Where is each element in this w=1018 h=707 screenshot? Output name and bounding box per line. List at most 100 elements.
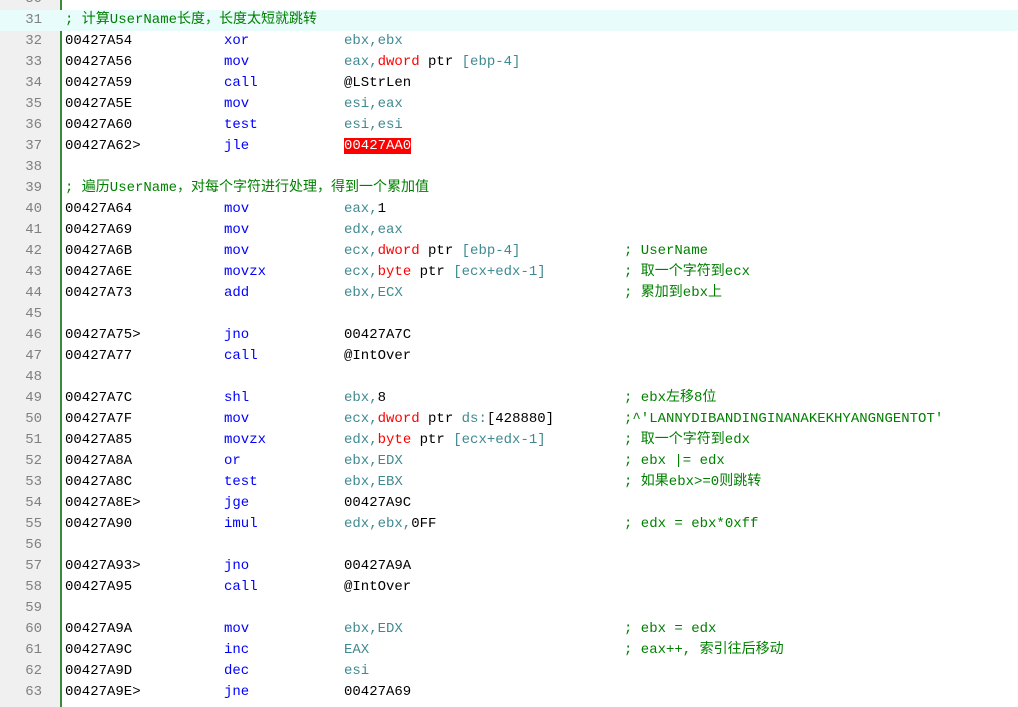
instruction-operands: ecx,byte ptr [ecx+edx-1]: [344, 262, 546, 283]
code-line[interactable]: 40 00427A64 mov eax,1: [0, 199, 1018, 220]
code-line[interactable]: 34 00427A59 call @LStrLen: [0, 73, 1018, 94]
inline-comment: ; 取一个字符到ecx: [624, 264, 751, 280]
code-line[interactable]: 48: [0, 367, 1018, 388]
code-line[interactable]: 53 00427A8C test ebx,EBX ; 如果ebx>=0则跳转: [0, 472, 1018, 493]
code-line[interactable]: 61 00427A9C inc EAX ; eax++, 索引往后移动: [0, 640, 1018, 661]
line-number: 38: [25, 159, 42, 175]
operand-token: ecx,: [344, 243, 378, 259]
code-line[interactable]: 60 00427A9A mov ebx,EDX ; ebx = edx: [0, 619, 1018, 640]
instruction-operands: eax,1: [344, 199, 386, 220]
operand-token: 0FF: [411, 516, 437, 532]
instruction-operands: ebx,EBX: [344, 472, 403, 493]
line-number: 35: [25, 96, 42, 112]
instruction-address: 00427A8E>: [65, 495, 141, 511]
line-number: 42: [25, 243, 42, 259]
code-line[interactable]: 43 00427A6E movzx ecx,byte ptr [ecx+edx-1];…: [0, 262, 1018, 283]
operand-token: [428880]: [486, 411, 555, 427]
instruction-address: 00427A59: [65, 75, 133, 91]
instruction-mnemonic: jge: [224, 495, 250, 511]
code-editor[interactable]: 30 31 ; 计算UserName长度，长度太短就跳转 32 00427A54 xor e…: [0, 0, 1018, 703]
line-number: 32: [25, 33, 42, 49]
code-line[interactable]: 31 ; 计算UserName长度，长度太短就跳转: [0, 10, 1018, 31]
instruction-address: 00427A69: [65, 222, 133, 238]
operand-token: byte: [377, 432, 412, 448]
operand-token: ebx,EDX: [344, 453, 403, 469]
operand-token: @LStrLen: [344, 75, 412, 91]
code-line[interactable]: 33 00427A56 mov eax,dword ptr [ebp-4]: [0, 52, 1018, 73]
code-line[interactable]: 50 00427A7F mov ecx,dword ptr ds:[428880] ;^…: [0, 409, 1018, 430]
inline-comment: ; 累加到ebx上: [624, 285, 723, 301]
operand-token: esi,eax: [344, 96, 403, 112]
code-line[interactable]: 62 00427A9D dec esi: [0, 661, 1018, 682]
instruction-mnemonic: jne: [224, 684, 250, 700]
instruction-address: 00427A54: [65, 33, 133, 49]
selected-jump-target[interactable]: 00427AA0: [344, 138, 412, 154]
operand-token: ebx,ECX: [344, 285, 403, 301]
operand-token: ecx,: [344, 264, 378, 280]
instruction-operands: eax,dword ptr [ebp-4]: [344, 52, 520, 73]
instruction-mnemonic: mov: [224, 54, 250, 70]
code-line[interactable]: 59: [0, 598, 1018, 619]
operand-token: 8: [377, 390, 387, 406]
operand-token: edx,: [344, 432, 378, 448]
operand-token: [ebp-4]: [461, 243, 521, 259]
line-number: 43: [25, 264, 42, 280]
inline-comment: ; 如果ebx>=0则跳转: [624, 474, 762, 490]
inline-comment: ; ebx左移8位: [624, 390, 717, 406]
instruction-mnemonic: mov: [224, 222, 250, 238]
instruction-mnemonic: test: [224, 474, 258, 490]
code-line[interactable]: 58 00427A95 call @IntOver: [0, 577, 1018, 598]
instruction-address: 00427A75>: [65, 327, 141, 343]
code-line[interactable]: 56: [0, 535, 1018, 556]
code-line[interactable]: 52 00427A8A or ebx,EDX ; ebx |= edx: [0, 451, 1018, 472]
code-line[interactable]: 47 00427A77 call @IntOver: [0, 346, 1018, 367]
code-line[interactable]: 38: [0, 157, 1018, 178]
line-number: 54: [25, 495, 42, 511]
inline-comment: ; eax++, 索引往后移动: [624, 642, 784, 658]
line-number: 49: [25, 390, 42, 406]
operand-token: ptr: [411, 432, 454, 448]
line-number: 51: [25, 432, 42, 448]
instruction-operands: 00427A9C: [344, 493, 411, 514]
instruction-address: 00427A60: [65, 117, 133, 133]
code-line[interactable]: 30: [0, 0, 1018, 10]
line-number: 53: [25, 474, 42, 490]
instruction-mnemonic: mov: [224, 201, 250, 217]
instruction-operands: edx,eax: [344, 220, 403, 241]
code-line[interactable]: 54 00427A8E> jge 00427A9C: [0, 493, 1018, 514]
code-line[interactable]: 49 00427A7C shl ebx,8 ; ebx左移8位: [0, 388, 1018, 409]
code-line[interactable]: 35 00427A5E mov esi,eax: [0, 94, 1018, 115]
code-line[interactable]: 39 ; 遍历UserName，对每个字符进行处理，得到一个累加值: [0, 178, 1018, 199]
code-line[interactable]: 37 00427A62> jle 00427AA0: [0, 136, 1018, 157]
operand-token: ptr: [419, 54, 462, 70]
operand-token: ptr: [419, 411, 462, 427]
code-line[interactable]: 46 00427A75> jno 00427A7C: [0, 325, 1018, 346]
instruction-operands: @IntOver: [344, 346, 411, 367]
instruction-mnemonic: mov: [224, 621, 250, 637]
code-line[interactable]: 36 00427A60 test esi,esi: [0, 115, 1018, 136]
instruction-address: 00427A7C: [65, 390, 133, 406]
code-line[interactable]: 51 00427A85 movzx edx,byte ptr [ecx+edx-1];…: [0, 430, 1018, 451]
code-line[interactable]: 55 00427A90 imul edx,ebx,0FF ; edx = ebx*0xf…: [0, 514, 1018, 535]
line-number: 60: [25, 621, 42, 637]
code-line[interactable]: 32 00427A54 xor ebx,ebx: [0, 31, 1018, 52]
line-number: 62: [25, 663, 42, 679]
instruction-mnemonic: call: [224, 579, 258, 595]
instruction-mnemonic: call: [224, 75, 258, 91]
operand-token: ebx,ebx: [344, 33, 403, 49]
code-line[interactable]: 45: [0, 304, 1018, 325]
operand-token: 1: [377, 201, 387, 217]
instruction-mnemonic: test: [224, 117, 258, 133]
code-line[interactable]: 42 00427A6B mov ecx,dword ptr [ebp-4] ; User…: [0, 241, 1018, 262]
operand-token: ebx,EBX: [344, 474, 403, 490]
instruction-mnemonic: movzx: [224, 432, 267, 448]
code-line[interactable]: 44 00427A73 add ebx,ECX ; 累加到ebx上: [0, 283, 1018, 304]
line-number: 48: [25, 369, 42, 385]
operand-token: 00427A9A: [344, 558, 412, 574]
operand-token: @IntOver: [344, 579, 412, 595]
code-line[interactable]: 63 00427A9E> jne 00427A69: [0, 682, 1018, 703]
instruction-operands: 00427A9A: [344, 556, 411, 577]
operand-token: ecx,: [344, 411, 378, 427]
code-line[interactable]: 57 00427A93> jno 00427A9A: [0, 556, 1018, 577]
code-line[interactable]: 41 00427A69 mov edx,eax: [0, 220, 1018, 241]
